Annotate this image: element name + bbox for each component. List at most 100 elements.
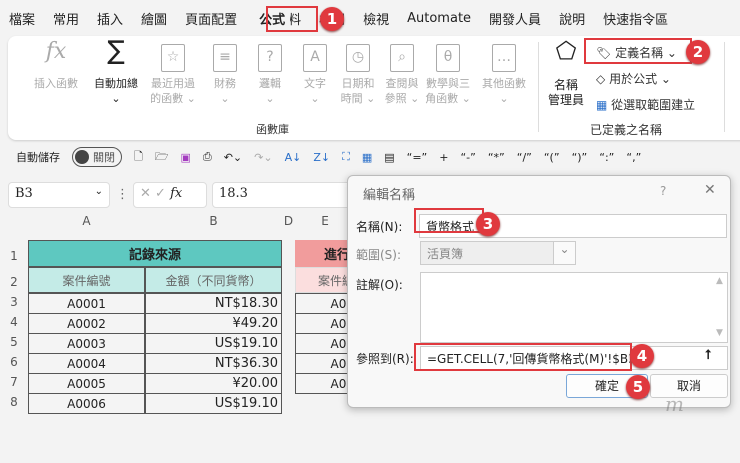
financial-button[interactable]: ≡ 財務 ⌄ (203, 44, 247, 106)
tab-help[interactable]: 說明 (550, 9, 594, 28)
save-icon[interactable]: ▣ (181, 151, 191, 164)
create-from-selection-button[interactable]: ▦ 從選取範圍建立 (596, 96, 695, 113)
sort-asc-icon[interactable]: A↓ (285, 151, 302, 164)
comment-textarea[interactable] (420, 272, 728, 343)
cell-amount[interactable]: US$19.10 (145, 333, 282, 354)
scroll-up-icon[interactable]: ▲ (716, 276, 723, 286)
more-functions-button[interactable]: … 其他函數 ⌄ (476, 44, 532, 106)
watermark-logo: m (665, 392, 684, 416)
cell-case-id[interactable]: A0006 (28, 393, 145, 414)
row-header-3[interactable]: 3 (0, 295, 28, 309)
header-case-id[interactable]: 案件編號 (28, 267, 145, 293)
row-header-5[interactable]: 5 (0, 335, 28, 349)
header-amount[interactable]: 金額（不同貨幣） (145, 267, 282, 293)
recent-functions-button[interactable]: ☆ 最近用過 的函數 ⌄ (145, 44, 201, 106)
header-e[interactable]: 案件編 (295, 267, 355, 293)
fit-screen-icon[interactable]: ⛶ (342, 150, 350, 164)
symbol-equals[interactable]: “=” (407, 151, 428, 164)
cancel-button[interactable]: 取消 (650, 374, 728, 398)
tab-quick-commands[interactable]: 快速指令區 (594, 9, 677, 28)
sort-desc-icon[interactable]: Z↓ (313, 151, 330, 164)
cell-amount[interactable]: US$19.10 (145, 393, 282, 414)
form-icon[interactable]: ▤ (384, 151, 394, 164)
theta-book-icon: θ (436, 44, 460, 72)
tab-insert[interactable]: 插入 (88, 9, 132, 28)
symbol-close-paren[interactable]: “)” (572, 151, 588, 164)
symbol-multiply[interactable]: “*” (488, 151, 505, 164)
row-header-7[interactable]: 7 (0, 375, 28, 389)
step-badge-5: 5 (626, 375, 650, 399)
formula-input[interactable]: 18.3 (212, 182, 352, 208)
new-file-icon[interactable]: 🗋 (134, 148, 143, 167)
column-header-b[interactable]: B (145, 214, 282, 228)
logical-button[interactable]: ? 邏輯 ⌄ (248, 44, 292, 106)
symbol-divide[interactable]: “/” (517, 151, 532, 164)
name-label: 名稱(N): (356, 220, 403, 234)
autosum-button[interactable]: ∑ 自動加總 ⌄ (88, 38, 144, 106)
cell-amount[interactable]: ¥20.00 (145, 373, 282, 394)
row-header-4[interactable]: 4 (0, 315, 28, 329)
cell-amount[interactable]: ¥49.20 (145, 313, 282, 334)
name-box[interactable]: B3 ⌄ (8, 182, 110, 208)
redo-icon[interactable]: ↷⌄ (254, 151, 272, 164)
tab-automate[interactable]: Automate (398, 11, 480, 26)
cell-case-id[interactable]: A0005 (28, 373, 145, 394)
date-time-button[interactable]: ◷ 日期和 時間 ⌄ (336, 44, 380, 106)
symbol-comma[interactable]: “,” (626, 151, 641, 164)
tab-developer[interactable]: 開發人員 (480, 9, 550, 28)
title-progress[interactable]: 進行 (295, 240, 355, 267)
use-in-formula-button[interactable]: ◇ 用於公式 ⌄ (596, 70, 671, 87)
row-header-8[interactable]: 8 (0, 395, 28, 409)
cell-case-id[interactable]: A0004 (28, 353, 145, 374)
symbol-colon[interactable]: “:” (599, 151, 614, 164)
name-manager-button[interactable]: ⬠ 名稱 管理員 (546, 39, 586, 108)
tab-view[interactable]: 檢視 (354, 9, 398, 28)
row-header-2[interactable]: 2 (0, 275, 28, 289)
row-header-6[interactable]: 6 (0, 355, 28, 369)
cell-e[interactable]: A00 (295, 373, 355, 394)
title-record-source[interactable]: 記錄來源 (28, 240, 282, 267)
column-header-a[interactable]: A (28, 214, 145, 228)
cancel-icon[interactable]: ✕ (140, 186, 151, 201)
highlight-refers-to (414, 343, 632, 371)
lookup-button[interactable]: ⌕ 查閱與 參照 ⌄ (380, 44, 424, 106)
symbol-plus[interactable]: + (439, 151, 448, 164)
insert-function-button[interactable]: fx 插入函數 (28, 39, 84, 91)
cell-e[interactable]: A00 (295, 313, 355, 334)
close-button[interactable]: ✕ (704, 182, 716, 198)
cell-amount[interactable]: NT$18.30 (145, 293, 282, 314)
enter-icon[interactable]: ✓ (155, 186, 166, 201)
chevron-down-icon: ⌄ (553, 242, 575, 264)
cell-e[interactable]: A00 (295, 353, 355, 374)
symbol-open-paren[interactable]: “(” (544, 151, 560, 164)
cell-case-id[interactable]: A0001 (28, 293, 145, 314)
tab-home[interactable]: 常用 (44, 9, 88, 28)
autosave-toggle[interactable]: 關閉 (72, 147, 122, 167)
cell-case-id[interactable]: A0002 (28, 313, 145, 334)
symbol-minus[interactable]: “-” (460, 151, 475, 164)
tab-page-layout[interactable]: 頁面配置 (176, 9, 246, 28)
text-book-icon: A (303, 44, 327, 72)
open-folder-icon[interactable]: 🗁 (155, 148, 169, 167)
scroll-down-icon[interactable]: ▼ (716, 328, 723, 338)
print-preview-icon[interactable]: ⎙ (203, 150, 212, 164)
refers-to-label: 參照到(R): (356, 352, 414, 366)
column-header-e[interactable]: E (295, 214, 355, 228)
question-book-icon: ? (258, 44, 282, 72)
grid-icon[interactable]: ▦ (362, 151, 372, 164)
tab-file[interactable]: 檔案 (0, 9, 44, 28)
collapse-dialog-icon[interactable]: ⭡ (705, 348, 711, 363)
cell-e[interactable]: A00 (295, 333, 355, 354)
fx-icon[interactable]: fx (170, 186, 182, 201)
help-button[interactable]: ? (660, 184, 666, 198)
cell-case-id[interactable]: A0003 (28, 333, 145, 354)
cell-amount[interactable]: NT$36.30 (145, 353, 282, 374)
undo-icon[interactable]: ↶⌄ (224, 151, 242, 164)
math-trig-button[interactable]: θ 數學與三 角函數 ⌄ (422, 44, 474, 106)
cell-e[interactable]: A00 (295, 293, 355, 314)
text-button[interactable]: A 文字 ⌄ (293, 44, 337, 106)
column-header-d[interactable]: D (282, 214, 295, 228)
row-header-1[interactable]: 1 (0, 249, 28, 263)
tab-draw[interactable]: 繪圖 (132, 9, 176, 28)
fx-icon: fx (45, 39, 67, 64)
